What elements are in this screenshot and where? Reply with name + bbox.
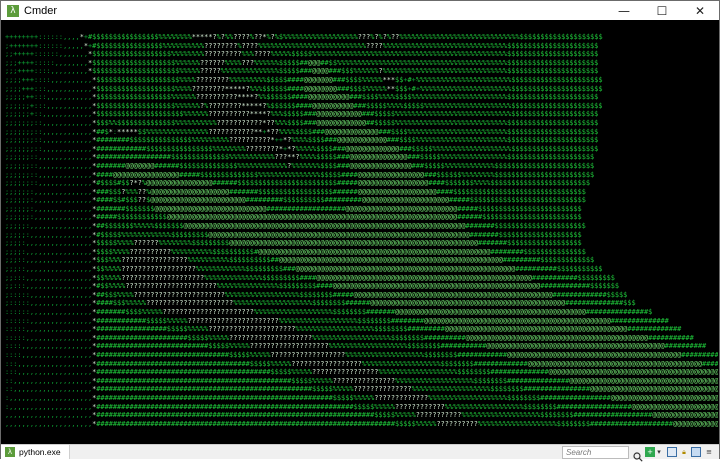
terminal-line: :,,,,,,,,,,,,,,,,,,,,*##################… [5,393,718,402]
terminal-line: ;+++++++::::::,,,,,*+#$$$$$$$$$$$$$$$$%%… [5,41,599,50]
console-tab[interactable]: λ python.exe [1,445,70,459]
terminal-line: ;;;::,,,,,,,,,,,,,,,,*$$$%%%????????????… [5,256,595,265]
terminal-line: ++++++++::::::,,,,*+#$$$$$$$$$$$$$$$$%%%… [5,33,603,41]
terminal-line: ;;;;;;;::,,,,,,,,,,,,*############$$$$$$… [5,144,599,153]
terminal-line: ;;;;+++::::,,,,,,,,,,*$$$$$$$$$$$$$$$$$$… [5,75,603,84]
terminal-line: ,,,,,,,,,,,,,,,,,,,,,*##################… [5,411,718,420]
split-view-icon[interactable] [667,447,677,457]
terminal-line: ;;;;;;:,,,,,,,,,,,,,,*####$$#$$$??$@@@@@… [5,196,586,205]
title-bar[interactable]: λ Cmder — ☐ ✕ [1,1,719,20]
terminal-line: ;:::::,,,,,,,,,,,,,,,*####$$$%%%%%??????… [5,299,636,308]
terminal-line: ;;+++++::::::,,,,,,,*$$$$$$$$$$$$$$$$$$$… [5,50,599,59]
terminal-line: ;;;;;;;::,,,,,,,,,,,,*##$*:*****$$%%%%%%… [5,127,599,136]
window-controls: — ☐ ✕ [605,1,719,20]
terminal-line: ::,,,,,,,,,,,,,,,,,,,*##################… [5,376,718,385]
search-input[interactable]: Search [562,446,629,459]
terminal-line: ;;:::,,,,,,,,,,,,,,,,*$$%%%%????????????… [5,273,615,282]
close-button[interactable]: ✕ [681,1,719,20]
terminal-line: ::::::,,,,,,,,,,,,,,,*#######$$$$%%%%%??… [5,308,653,316]
terminal-line: ;;;;;;+:::,,,,,,,,,,,*$$$$$$$$$$$$$$$$$$… [5,101,603,110]
terminal-line: ;;;;;;::,,,,,,,,,,,,,*##################… [5,153,595,162]
lock-icon[interactable]: 🔒︎ [679,447,689,457]
terminal-line: ;;;;;;:,,,,,,,,,,,,,,*###$$$?%%%??%@@@@@… [5,187,586,196]
search-icon[interactable] [633,447,643,462]
terminal-line: ;;;;:,,,,,,,,,,,,,,,,*$$$$%%%%??????????… [5,247,586,256]
terminal-line: ;;;::,,,,,,,,,,,,,,,,*$$%%%%????????????… [5,265,603,274]
terminal-line: ::,,,,,,,,,,,,,,,,,,,*##################… [5,385,718,394]
maximize-button[interactable]: ☐ [643,1,681,20]
tab-label: python.exe [19,447,61,457]
terminal-line: ;;;;;;;::,,,,,,,,,,,,*$$$%%$$$$$$$$$$$$$… [5,118,599,127]
panel-icon[interactable] [691,447,701,457]
terminal-line: ;;;;;;::,,,,,,,,,,,,,*####@@@@@@@@@@@@@@… [5,170,595,179]
terminal-line: ;;;++++::::,,,,,,,,,*$$$$$$$$$$$$$$$$$$$… [5,67,599,76]
terminal-line: ::::,,,,,,,,,,,,,,,,,*##################… [5,342,707,351]
window-title: Cmder [24,4,58,17]
terminal-line: :::::,,,,,,,,,,,,,,,,*#################$… [5,325,682,334]
terminal-line: :::,,,,,,,,,,,,,,,,,,*##################… [5,359,718,368]
terminal-line: ::::::,,,,,,,,,,,,,,,*############$$$$$%… [5,316,669,325]
terminal-line: ;;;;:,,,,,,,,,,,,,,,,*$$$$$%%%%??????%%%… [5,239,582,248]
terminal-line: ::::,,,,,,,,,,,,,,,,,*##################… [5,350,718,359]
terminal-line: ;;;;+++:::,,,,,,,,,,,*$$$$$$$$$$$$$$$$$$… [5,84,603,93]
minimize-button[interactable]: — [605,1,643,20]
dropdown-icon[interactable]: ▾ [654,447,664,457]
terminal-line: ;;;;;++:::,,,,,,,,,,,*$$$$$$$$$$$$$$$$$$… [5,93,599,102]
terminal-line: ;;;++++:::::,,,,,,,,*$$$$$$$$$$$$$$$$$$$… [5,58,599,67]
terminal-line: ;:::::,,,,,,,,,,,,,,,*##$$$%%%%?????????… [5,290,628,299]
terminal-output[interactable]: ++++++++::::::,,,,*+#$$$$$$$$$$$$$$$$%%%… [2,21,718,443]
terminal-line: ;;;;;;::,,,,,,,,,,,,,*#$$$$#$$?*?%@@@@@@… [5,179,591,188]
lambda-icon: λ [5,447,15,457]
terminal-line: ,,,,,,,,,,,,,,,,,,,,,*##################… [5,419,718,428]
cmder-window: λ Cmder — ☐ ✕ ++++++++::::::,,,,*+#$$$$$… [0,0,720,462]
terminal-line: ;;;;;:,,,,,,,,,,,,,,,*#$$$$$%%%%%%%%%%%%… [5,230,582,239]
terminal-line: ;;;;;;:,,,,,,,,,,,,,,*#####$$$$$$$$$$$$@… [5,213,582,222]
terminal-line: ;;;;;;::,,,,,,,,,,,,,*#######@@@@@@@####… [5,161,595,170]
terminal-line: ;;;;;;:,,,,,,,,,,,,,,*#######$$$$$$$@@@@… [5,204,582,213]
console-tab-bar: λ python.exe Search + ▾ 🔒︎ ≡ [1,444,719,462]
terminal-line: :::::,,,,,,,,,,,,,,,,*##################… [5,333,694,342]
cmder-app-icon: λ [7,4,19,17]
menu-icon[interactable]: ≡ [704,447,714,457]
terminal-line: ;;;;;:,,,,,,,,,,,,,,,*##$$$$$$$%%%%%$$$$… [5,222,586,231]
terminal-line: :::,,,,,,,,,,,,,,,,,,*##################… [5,368,718,377]
terminal-line: ;;:::,,,,,,,,,,,,,,,,*#$$%%%%???????????… [5,282,620,291]
terminal-line: ;;;;;;;::,,,,,,,,,,,,*########$$$$$$$$$$… [5,136,599,145]
terminal-line: :,,,,,,,,,,,,,,,,,,,,*##################… [5,402,718,411]
terminal-line: ;;;;;;+::,,,,,,,,,,,,*$$$$$$$$$$$$$$$$$$… [5,110,599,119]
